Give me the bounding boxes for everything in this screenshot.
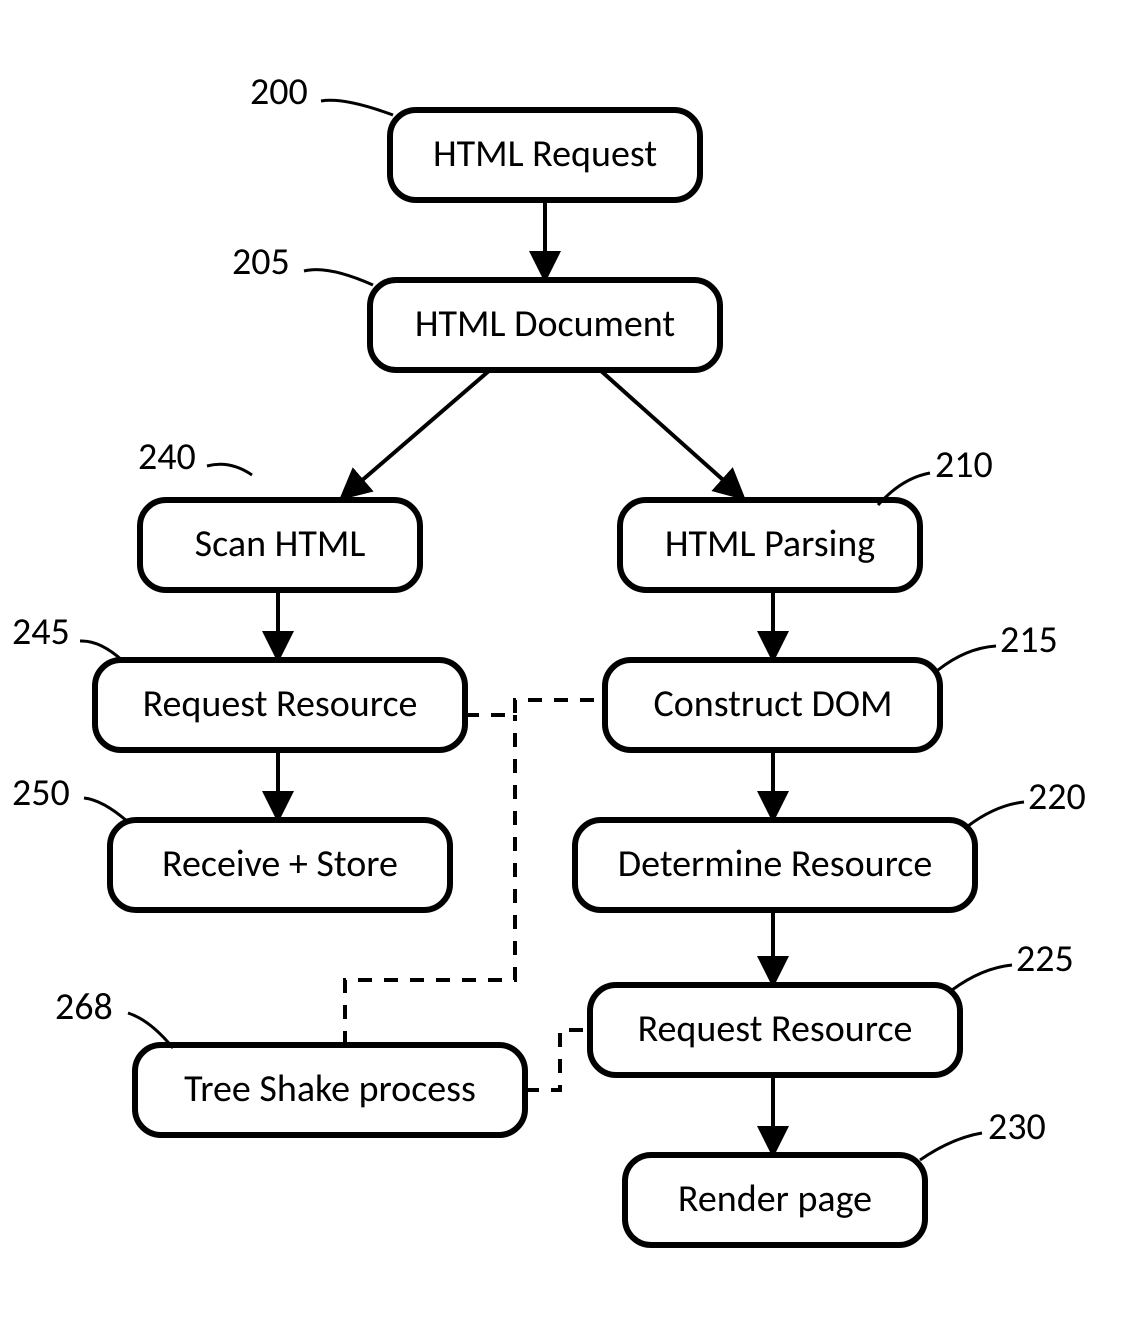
- callout-220: 220: [968, 774, 1086, 826]
- node-html-parsing: HTML Parsing: [620, 500, 920, 590]
- callout-225: 225: [952, 936, 1074, 990]
- callout-215: 215: [938, 617, 1058, 670]
- node-label: Scan HTML: [195, 521, 366, 567]
- arrow: [345, 370, 490, 495]
- callout-text: 220: [1028, 774, 1086, 820]
- callout-text: 240: [138, 434, 196, 480]
- node-label: Tree Shake process: [184, 1066, 476, 1112]
- node-label: Determine Resource: [618, 841, 933, 887]
- node-html-document: HTML Document: [370, 280, 720, 370]
- node-label: Render page: [678, 1176, 872, 1222]
- callout-text: 205: [232, 239, 290, 285]
- node-label: HTML Parsing: [665, 521, 875, 567]
- callout-text: 215: [1000, 617, 1058, 663]
- node-label: Request Resource: [143, 681, 418, 727]
- callout-268: 268: [55, 984, 173, 1048]
- callout-230: 230: [920, 1104, 1046, 1160]
- dashed-connector: [465, 700, 605, 715]
- callout-240: 240: [138, 434, 252, 480]
- node-label: HTML Document: [415, 301, 676, 347]
- node-construct-dom: Construct DOM: [605, 660, 940, 750]
- node-render-page: Render page: [625, 1155, 925, 1245]
- callout-250: 250: [12, 770, 128, 822]
- node-determine-resource: Determine Resource: [575, 820, 975, 910]
- callout-text: 250: [12, 770, 70, 816]
- node-request-resource-left: Request Resource: [95, 660, 465, 750]
- callout-text: 200: [250, 69, 308, 115]
- callout-205: 205: [232, 239, 373, 285]
- node-receive-store: Receive + Store: [110, 820, 450, 910]
- dashed-connector: [525, 1030, 590, 1090]
- callout-200: 200: [250, 69, 393, 115]
- node-scan-html: Scan HTML: [140, 500, 420, 590]
- callout-text: 210: [935, 442, 993, 488]
- callout-text: 230: [988, 1104, 1046, 1150]
- node-label: Construct DOM: [653, 681, 892, 727]
- node-request-resource-right: Request Resource: [590, 985, 960, 1075]
- node-label: HTML Request: [433, 131, 657, 177]
- node-label: Receive + Store: [162, 841, 398, 887]
- callout-text: 245: [12, 609, 70, 655]
- callout-text: 225: [1016, 936, 1074, 982]
- node-html-request: HTML Request: [390, 110, 700, 200]
- node-label: Request Resource: [638, 1006, 913, 1052]
- callout-245: 245: [12, 609, 123, 661]
- callout-text: 268: [55, 984, 113, 1030]
- node-tree-shake-process: Tree Shake process: [135, 1045, 525, 1135]
- callout-210: 210: [878, 442, 993, 505]
- arrow: [600, 370, 740, 495]
